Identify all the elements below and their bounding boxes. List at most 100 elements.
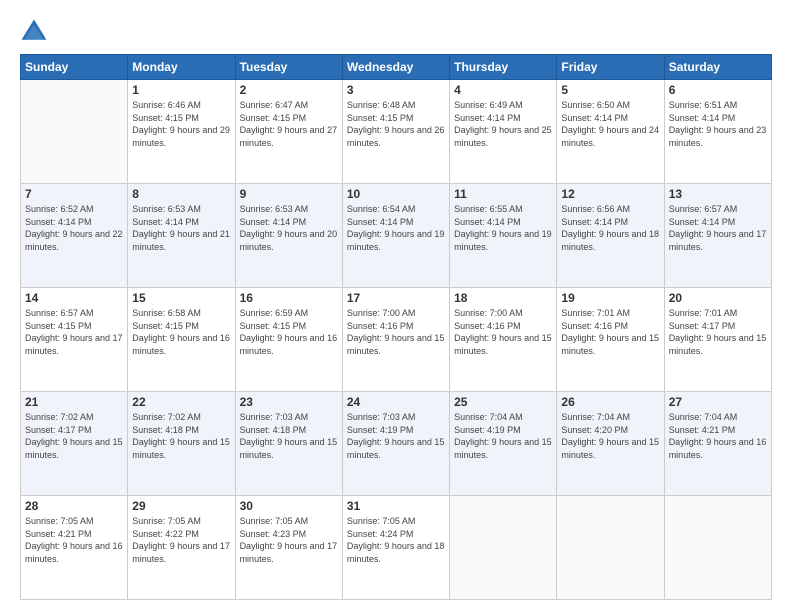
calendar-cell: 20 Sunrise: 7:01 AMSunset: 4:17 PMDayligh… bbox=[664, 288, 771, 392]
day-number: 30 bbox=[240, 499, 338, 513]
calendar-cell: 4 Sunrise: 6:49 AMSunset: 4:14 PMDaylight… bbox=[450, 80, 557, 184]
calendar-week-row: 21 Sunrise: 7:02 AMSunset: 4:17 PMDayligh… bbox=[21, 392, 772, 496]
day-number: 22 bbox=[132, 395, 230, 409]
day-info: Sunrise: 7:05 AMSunset: 4:22 PMDaylight:… bbox=[132, 515, 230, 565]
calendar-cell: 19Sunrise: 7:01 AMSunset: 4:16 PMDayligh… bbox=[557, 288, 664, 392]
weekday-header-row: SundayMondayTuesdayWednesdayThursdayFrid… bbox=[21, 55, 772, 80]
day-number: 18 bbox=[454, 291, 552, 305]
calendar-cell: 29Sunrise: 7:05 AMSunset: 4:22 PMDayligh… bbox=[128, 496, 235, 600]
calendar-cell: 9 Sunrise: 6:53 AMSunset: 4:14 PMDaylight… bbox=[235, 184, 342, 288]
calendar-cell: 6Sunrise: 6:51 AMSunset: 4:14 PMDaylight… bbox=[664, 80, 771, 184]
weekday-header-monday: Monday bbox=[128, 55, 235, 80]
day-number: 27 bbox=[669, 395, 767, 409]
day-info: Sunrise: 7:03 AMSunset: 4:19 PMDaylight:… bbox=[347, 411, 445, 461]
day-info: Sunrise: 6:58 AMSunset: 4:15 PMDaylight:… bbox=[132, 307, 230, 357]
weekday-header-thursday: Thursday bbox=[450, 55, 557, 80]
calendar-cell: 7 Sunrise: 6:52 AMSunset: 4:14 PMDaylight… bbox=[21, 184, 128, 288]
day-info: Sunrise: 7:01 AMSunset: 4:17 PMDaylight:… bbox=[669, 307, 767, 357]
calendar-cell bbox=[450, 496, 557, 600]
calendar-body: 1 Sunrise: 6:46 AMSunset: 4:15 PMDaylight… bbox=[21, 80, 772, 600]
calendar-cell: 8 Sunrise: 6:53 AMSunset: 4:14 PMDaylight… bbox=[128, 184, 235, 288]
calendar-cell: 14 Sunrise: 6:57 AMSunset: 4:15 PMDayligh… bbox=[21, 288, 128, 392]
day-info: Sunrise: 6:53 AMSunset: 4:14 PMDaylight:… bbox=[132, 203, 230, 253]
day-info: Sunrise: 7:04 AMSunset: 4:19 PMDaylight:… bbox=[454, 411, 552, 461]
calendar-cell bbox=[664, 496, 771, 600]
day-info: Sunrise: 6:56 AMSunset: 4:14 PMDaylight:… bbox=[561, 203, 659, 253]
calendar-cell: 1 Sunrise: 6:46 AMSunset: 4:15 PMDaylight… bbox=[128, 80, 235, 184]
weekday-header-friday: Friday bbox=[557, 55, 664, 80]
calendar-header: SundayMondayTuesdayWednesdayThursdayFrid… bbox=[21, 55, 772, 80]
day-info: Sunrise: 6:57 AMSunset: 4:15 PMDaylight:… bbox=[25, 307, 123, 357]
day-info: Sunrise: 7:04 AMSunset: 4:20 PMDaylight:… bbox=[561, 411, 659, 461]
day-number: 15 bbox=[132, 291, 230, 305]
calendar-cell: 2Sunrise: 6:47 AMSunset: 4:15 PMDaylight… bbox=[235, 80, 342, 184]
day-number: 7 bbox=[25, 187, 123, 201]
calendar-cell: 11Sunrise: 6:55 AMSunset: 4:14 PMDayligh… bbox=[450, 184, 557, 288]
day-info: Sunrise: 6:52 AMSunset: 4:14 PMDaylight:… bbox=[25, 203, 123, 253]
calendar-cell: 27 Sunrise: 7:04 AMSunset: 4:21 PMDayligh… bbox=[664, 392, 771, 496]
day-info: Sunrise: 7:02 AMSunset: 4:17 PMDaylight:… bbox=[25, 411, 123, 461]
day-info: Sunrise: 6:46 AMSunset: 4:15 PMDaylight:… bbox=[132, 99, 230, 149]
calendar-cell: 17 Sunrise: 7:00 AMSunset: 4:16 PMDayligh… bbox=[342, 288, 449, 392]
day-info: Sunrise: 6:54 AMSunset: 4:14 PMDaylight:… bbox=[347, 203, 445, 253]
calendar-cell: 28Sunrise: 7:05 AMSunset: 4:21 PMDayligh… bbox=[21, 496, 128, 600]
day-info: Sunrise: 7:05 AMSunset: 4:23 PMDaylight:… bbox=[240, 515, 338, 565]
calendar-page: SundayMondayTuesdayWednesdayThursdayFrid… bbox=[0, 0, 792, 612]
day-number: 16 bbox=[240, 291, 338, 305]
day-number: 25 bbox=[454, 395, 552, 409]
day-info: Sunrise: 6:47 AMSunset: 4:15 PMDaylight:… bbox=[240, 99, 338, 149]
day-number: 23 bbox=[240, 395, 338, 409]
day-number: 1 bbox=[132, 83, 230, 97]
day-number: 5 bbox=[561, 83, 659, 97]
calendar-cell: 16 Sunrise: 6:59 AMSunset: 4:15 PMDayligh… bbox=[235, 288, 342, 392]
day-number: 6 bbox=[669, 83, 767, 97]
day-number: 17 bbox=[347, 291, 445, 305]
calendar-cell: 3Sunrise: 6:48 AMSunset: 4:15 PMDaylight… bbox=[342, 80, 449, 184]
calendar-cell: 21 Sunrise: 7:02 AMSunset: 4:17 PMDayligh… bbox=[21, 392, 128, 496]
calendar-cell: 18Sunrise: 7:00 AMSunset: 4:16 PMDayligh… bbox=[450, 288, 557, 392]
day-info: Sunrise: 6:49 AMSunset: 4:14 PMDaylight:… bbox=[454, 99, 552, 149]
weekday-header-saturday: Saturday bbox=[664, 55, 771, 80]
day-number: 21 bbox=[25, 395, 123, 409]
logo bbox=[20, 18, 52, 46]
calendar-week-row: 1 Sunrise: 6:46 AMSunset: 4:15 PMDaylight… bbox=[21, 80, 772, 184]
day-number: 9 bbox=[240, 187, 338, 201]
weekday-header-wednesday: Wednesday bbox=[342, 55, 449, 80]
calendar-week-row: 14 Sunrise: 6:57 AMSunset: 4:15 PMDayligh… bbox=[21, 288, 772, 392]
calendar-cell: 25 Sunrise: 7:04 AMSunset: 4:19 PMDayligh… bbox=[450, 392, 557, 496]
day-number: 12 bbox=[561, 187, 659, 201]
calendar-cell: 24 Sunrise: 7:03 AMSunset: 4:19 PMDayligh… bbox=[342, 392, 449, 496]
calendar-cell: 30 Sunrise: 7:05 AMSunset: 4:23 PMDayligh… bbox=[235, 496, 342, 600]
day-number: 13 bbox=[669, 187, 767, 201]
day-number: 31 bbox=[347, 499, 445, 513]
day-number: 4 bbox=[454, 83, 552, 97]
calendar-cell: 13Sunrise: 6:57 AMSunset: 4:14 PMDayligh… bbox=[664, 184, 771, 288]
day-info: Sunrise: 7:00 AMSunset: 4:16 PMDaylight:… bbox=[347, 307, 445, 357]
day-number: 8 bbox=[132, 187, 230, 201]
calendar-week-row: 28Sunrise: 7:05 AMSunset: 4:21 PMDayligh… bbox=[21, 496, 772, 600]
calendar-cell: 10 Sunrise: 6:54 AMSunset: 4:14 PMDayligh… bbox=[342, 184, 449, 288]
calendar-week-row: 7 Sunrise: 6:52 AMSunset: 4:14 PMDaylight… bbox=[21, 184, 772, 288]
logo-icon bbox=[20, 18, 48, 46]
day-info: Sunrise: 6:53 AMSunset: 4:14 PMDaylight:… bbox=[240, 203, 338, 253]
day-number: 24 bbox=[347, 395, 445, 409]
calendar-cell: 31 Sunrise: 7:05 AMSunset: 4:24 PMDayligh… bbox=[342, 496, 449, 600]
day-info: Sunrise: 7:02 AMSunset: 4:18 PMDaylight:… bbox=[132, 411, 230, 461]
day-info: Sunrise: 6:48 AMSunset: 4:15 PMDaylight:… bbox=[347, 99, 445, 149]
day-number: 28 bbox=[25, 499, 123, 513]
day-number: 20 bbox=[669, 291, 767, 305]
calendar-cell: 12 Sunrise: 6:56 AMSunset: 4:14 PMDayligh… bbox=[557, 184, 664, 288]
day-info: Sunrise: 6:50 AMSunset: 4:14 PMDaylight:… bbox=[561, 99, 659, 149]
day-info: Sunrise: 7:04 AMSunset: 4:21 PMDaylight:… bbox=[669, 411, 767, 461]
calendar-table: SundayMondayTuesdayWednesdayThursdayFrid… bbox=[20, 54, 772, 600]
calendar-cell bbox=[557, 496, 664, 600]
calendar-cell: 26Sunrise: 7:04 AMSunset: 4:20 PMDayligh… bbox=[557, 392, 664, 496]
day-number: 10 bbox=[347, 187, 445, 201]
day-number: 19 bbox=[561, 291, 659, 305]
day-info: Sunrise: 7:03 AMSunset: 4:18 PMDaylight:… bbox=[240, 411, 338, 461]
calendar-cell: 22 Sunrise: 7:02 AMSunset: 4:18 PMDayligh… bbox=[128, 392, 235, 496]
day-info: Sunrise: 7:05 AMSunset: 4:24 PMDaylight:… bbox=[347, 515, 445, 565]
calendar-cell: 15 Sunrise: 6:58 AMSunset: 4:15 PMDayligh… bbox=[128, 288, 235, 392]
day-number: 14 bbox=[25, 291, 123, 305]
day-info: Sunrise: 6:59 AMSunset: 4:15 PMDaylight:… bbox=[240, 307, 338, 357]
